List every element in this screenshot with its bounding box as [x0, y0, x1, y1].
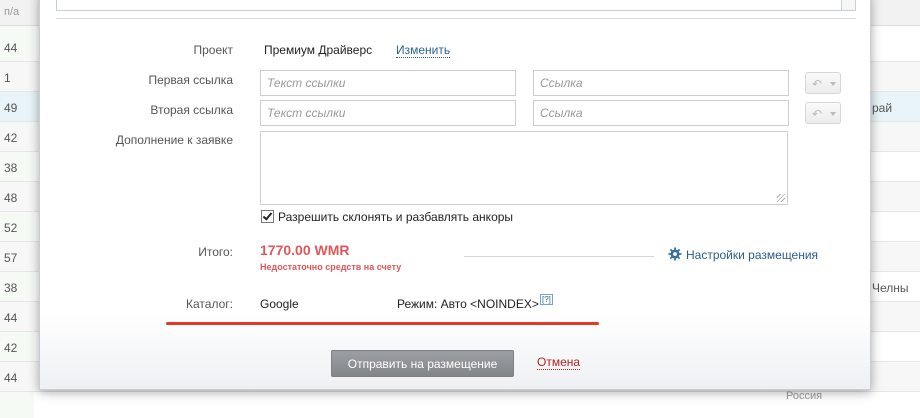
row-number: 1 — [4, 71, 11, 85]
first-link-text-input[interactable] — [260, 70, 516, 96]
top-field[interactable] — [56, 0, 856, 11]
chevron-down-icon — [830, 82, 836, 86]
row-number: 44 — [4, 311, 18, 325]
total-value: 1770.00 WMR — [260, 242, 350, 258]
row-number: 52 — [4, 221, 18, 235]
undo-icon: ↶ — [812, 107, 823, 121]
top-field-toggle[interactable] — [841, 0, 855, 10]
undo-icon: ↶ — [812, 77, 823, 91]
allow-anchor-checkbox[interactable] — [261, 210, 274, 223]
divider — [56, 18, 856, 19]
catalog-value: Google — [260, 297, 299, 311]
row-number: 42 — [4, 341, 18, 355]
catalog-label: Каталог: — [186, 297, 233, 311]
row-number: 44 — [4, 371, 18, 385]
red-underline — [166, 322, 599, 325]
gear-icon[interactable] — [668, 247, 682, 261]
divider — [464, 256, 654, 257]
total-label: Итого: — [198, 245, 233, 259]
row-number: 38 — [4, 161, 18, 175]
project-label: Проект — [193, 43, 233, 57]
allow-anchor-label: Разрешить склонять и разбавлять анкоры — [278, 210, 514, 224]
row-number: 42 — [4, 131, 18, 145]
placement-dialog: Проект Премиум Драйверс Изменить Первая … — [39, 0, 871, 390]
second-link-url-input[interactable] — [533, 100, 789, 126]
bottom-cell: Россия — [786, 390, 823, 402]
row-city: Челны — [872, 281, 909, 295]
help-link[interactable]: [?] — [540, 294, 553, 305]
insufficient-funds-text: Недостаточно средств на счету — [260, 262, 402, 272]
first-link-label: Первая ссылка — [148, 73, 233, 87]
change-project-link[interactable]: Изменить — [396, 43, 451, 58]
project-value: Премиум Драйверс — [264, 43, 373, 57]
first-link-url-input[interactable] — [533, 70, 789, 96]
second-link-text-input[interactable] — [260, 100, 516, 126]
row-number: 57 — [4, 251, 18, 265]
checkmark-icon — [262, 210, 273, 221]
first-link-undo-button[interactable]: ↶ — [805, 72, 841, 94]
cancel-link[interactable]: Отмена — [537, 355, 581, 370]
row-number: 38 — [4, 281, 18, 295]
mode-text: Режим: Авто <NOINDEX> — [397, 297, 539, 311]
row-number: 48 — [4, 191, 18, 205]
row-city: рай — [872, 101, 893, 115]
header-number: п/а — [4, 6, 20, 18]
second-link-undo-button[interactable]: ↶ — [805, 102, 841, 124]
send-for-placement-button[interactable]: Отправить на размещение — [331, 350, 514, 377]
addition-label: Дополнение к заявке — [115, 133, 233, 147]
row-number: 49 — [4, 101, 18, 115]
placement-settings-link[interactable]: Настройки размещения — [686, 248, 818, 262]
resize-grip-icon[interactable] — [777, 194, 785, 202]
second-link-label: Вторая ссылка — [150, 103, 233, 117]
row-number: 44 — [4, 41, 18, 55]
addition-textarea[interactable] — [260, 131, 788, 205]
chevron-down-icon — [830, 112, 836, 116]
